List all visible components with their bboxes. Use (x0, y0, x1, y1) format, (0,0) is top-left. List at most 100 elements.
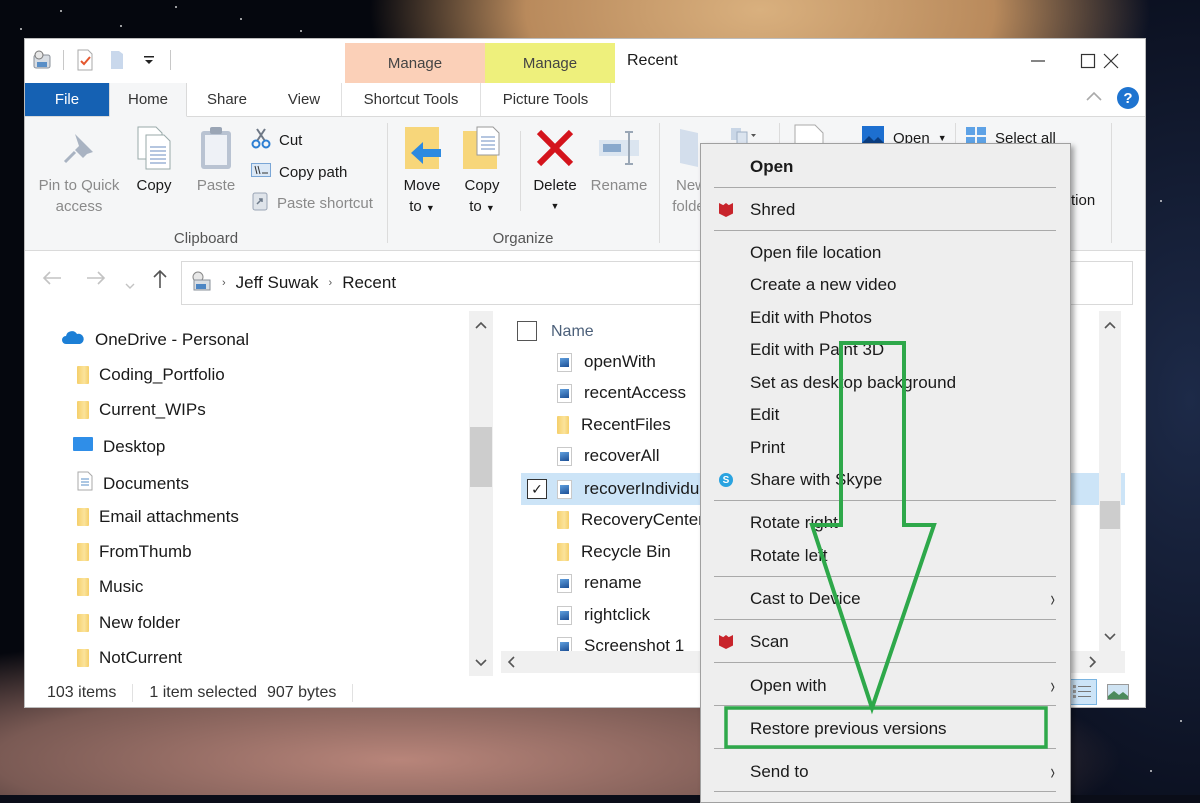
tab-home[interactable]: Home (109, 83, 187, 117)
menu-item-scan[interactable]: Scan (701, 627, 1070, 657)
details-view-button[interactable] (1067, 679, 1097, 705)
nav-item-fromthumb[interactable]: FromThumb (77, 542, 192, 562)
menu-item-cast-to-device[interactable]: Cast to Device › (701, 584, 1070, 614)
forward-button[interactable] (85, 269, 107, 293)
status-separator (132, 684, 134, 702)
menu-item-rotate-right[interactable]: Rotate right (701, 508, 1070, 538)
row-checkbox[interactable] (527, 415, 547, 435)
menu-item-send-to[interactable]: Send to › (701, 757, 1070, 787)
menu-item-edit-with-photos[interactable]: Edit with Photos (701, 303, 1070, 333)
address-bar[interactable]: › Jeff Suwak › Recent (181, 261, 741, 305)
paste-button[interactable]: Paste (191, 125, 241, 196)
menu-item-shred[interactable]: Shred (701, 195, 1070, 225)
menu-item-label: Edit with Photos (750, 308, 872, 327)
menu-item-restore-previous-versions[interactable]: Restore previous versions (701, 714, 1070, 744)
file-name: rightclick (584, 605, 651, 624)
row-checkbox[interactable] (527, 446, 547, 466)
move-to-button[interactable]: Move to ▼ (396, 125, 448, 219)
menu-separator (714, 705, 1056, 706)
copy-path-button[interactable]: Copy path (251, 159, 347, 185)
menu-item-set-desktop-background[interactable]: Set as desktop background (701, 368, 1070, 398)
paste-shortcut-button[interactable]: Paste shortcut (251, 190, 373, 216)
help-icon[interactable]: ? (1117, 87, 1139, 109)
image-file-icon (557, 383, 572, 403)
pin-to-quick-access-button[interactable]: Pin to Quick access (35, 125, 123, 217)
menu-item-create-new-video[interactable]: Create a new video (701, 270, 1070, 300)
file-list-scroll-thumb[interactable] (1100, 501, 1120, 529)
breadcrumb-jeff-suwak[interactable]: Jeff Suwak (236, 273, 319, 293)
nav-pane-scroll-thumb[interactable] (470, 427, 492, 487)
tab-view[interactable]: View (267, 83, 341, 116)
scroll-up-icon[interactable] (469, 317, 493, 332)
invert-selection-button[interactable]: tion (1071, 187, 1095, 213)
tab-share[interactable]: Share (187, 83, 267, 116)
collapse-ribbon-icon[interactable] (1085, 89, 1103, 107)
select-all-checkbox[interactable] (517, 321, 537, 341)
menu-item-print[interactable]: Print (701, 433, 1070, 463)
scroll-right-icon[interactable] (1089, 655, 1097, 673)
scroll-down-icon[interactable] (469, 655, 493, 670)
scroll-left-icon[interactable] (507, 655, 515, 673)
delete-button[interactable]: Delete ▼ (528, 125, 582, 217)
breadcrumb-recent[interactable]: Recent (342, 273, 396, 293)
cut-button[interactable]: Cut (251, 127, 302, 153)
menu-item-open-with[interactable]: Open with › (701, 671, 1070, 701)
folder-icon (557, 511, 569, 529)
nav-item-coding-portfolio[interactable]: Coding_Portfolio (77, 365, 225, 385)
properties-icon[interactable] (31, 49, 53, 71)
row-checkbox[interactable] (527, 573, 547, 593)
nav-item-desktop[interactable]: Desktop (73, 436, 165, 457)
menu-separator (714, 619, 1056, 620)
new-folder-icon[interactable] (106, 49, 128, 71)
tab-file[interactable]: File (25, 83, 109, 116)
onedrive-cloud-icon (61, 329, 85, 350)
row-checkbox[interactable] (527, 510, 547, 530)
minimize-button[interactable] (1015, 43, 1061, 79)
image-file-icon (557, 605, 572, 625)
nav-item-label: OneDrive - Personal (95, 329, 250, 349)
folder-icon (557, 416, 569, 434)
row-checkbox[interactable] (527, 542, 547, 562)
tab-picture-tools[interactable]: Picture Tools (481, 83, 611, 116)
copy-button[interactable]: Copy (129, 125, 179, 196)
row-checkbox[interactable] (527, 383, 547, 403)
menu-item-share-with-skype[interactable]: S Share with Skype (701, 465, 1070, 495)
column-header-name[interactable]: Name (551, 323, 594, 341)
menu-item-open-file-location[interactable]: Open file location (701, 238, 1070, 268)
dropdown-caret-icon: ▼ (550, 201, 560, 211)
mcafee-shield-icon (718, 634, 734, 650)
large-icons-view-icon (1107, 684, 1129, 700)
nav-item-new-folder[interactable]: New folder (77, 613, 180, 633)
rename-button[interactable]: Rename (588, 125, 650, 196)
nav-item-music[interactable]: Music (77, 577, 143, 597)
file-list-scrollbar[interactable] (1099, 311, 1121, 651)
nav-pane-scrollbar[interactable] (469, 311, 493, 676)
menu-item-edit-with-paint-3d[interactable]: Edit with Paint 3D (701, 335, 1070, 365)
large-icons-view-button[interactable] (1103, 679, 1133, 705)
nav-item-email-attachments[interactable]: Email attachments (77, 507, 239, 527)
menu-item-open[interactable]: Open (701, 152, 1070, 182)
nav-item-onedrive[interactable]: OneDrive - Personal (61, 329, 249, 350)
menu-item-label: Rotate right (750, 513, 838, 532)
recent-locations-button[interactable] (125, 273, 135, 296)
nav-item-documents[interactable]: Documents (77, 471, 189, 496)
customize-dropdown-icon[interactable] (138, 49, 160, 71)
back-button[interactable] (41, 269, 63, 293)
up-button[interactable] (151, 269, 169, 295)
nav-item-current-wips[interactable]: Current_WIPs (77, 400, 206, 420)
scroll-up-icon[interactable] (1099, 317, 1121, 332)
row-checkbox-checked[interactable]: ✓ (527, 479, 547, 499)
nav-item-notcurrent[interactable]: NotCurrent (77, 648, 182, 668)
close-button[interactable] (1088, 43, 1134, 79)
checkmark-document-icon[interactable] (74, 49, 96, 71)
menu-item-label: Open with (750, 676, 827, 695)
tab-shortcut-tools[interactable]: Shortcut Tools (341, 83, 481, 116)
row-checkbox[interactable] (527, 352, 547, 372)
row-checkbox[interactable] (527, 605, 547, 625)
scroll-down-icon[interactable] (1099, 629, 1121, 644)
copy-to-button[interactable]: Copy to ▼ (456, 125, 508, 219)
menu-item-rotate-left[interactable]: Rotate left (701, 541, 1070, 571)
nav-item-label: Music (99, 577, 144, 596)
ribbon-separator (659, 123, 660, 243)
menu-item-edit[interactable]: Edit (701, 400, 1070, 430)
